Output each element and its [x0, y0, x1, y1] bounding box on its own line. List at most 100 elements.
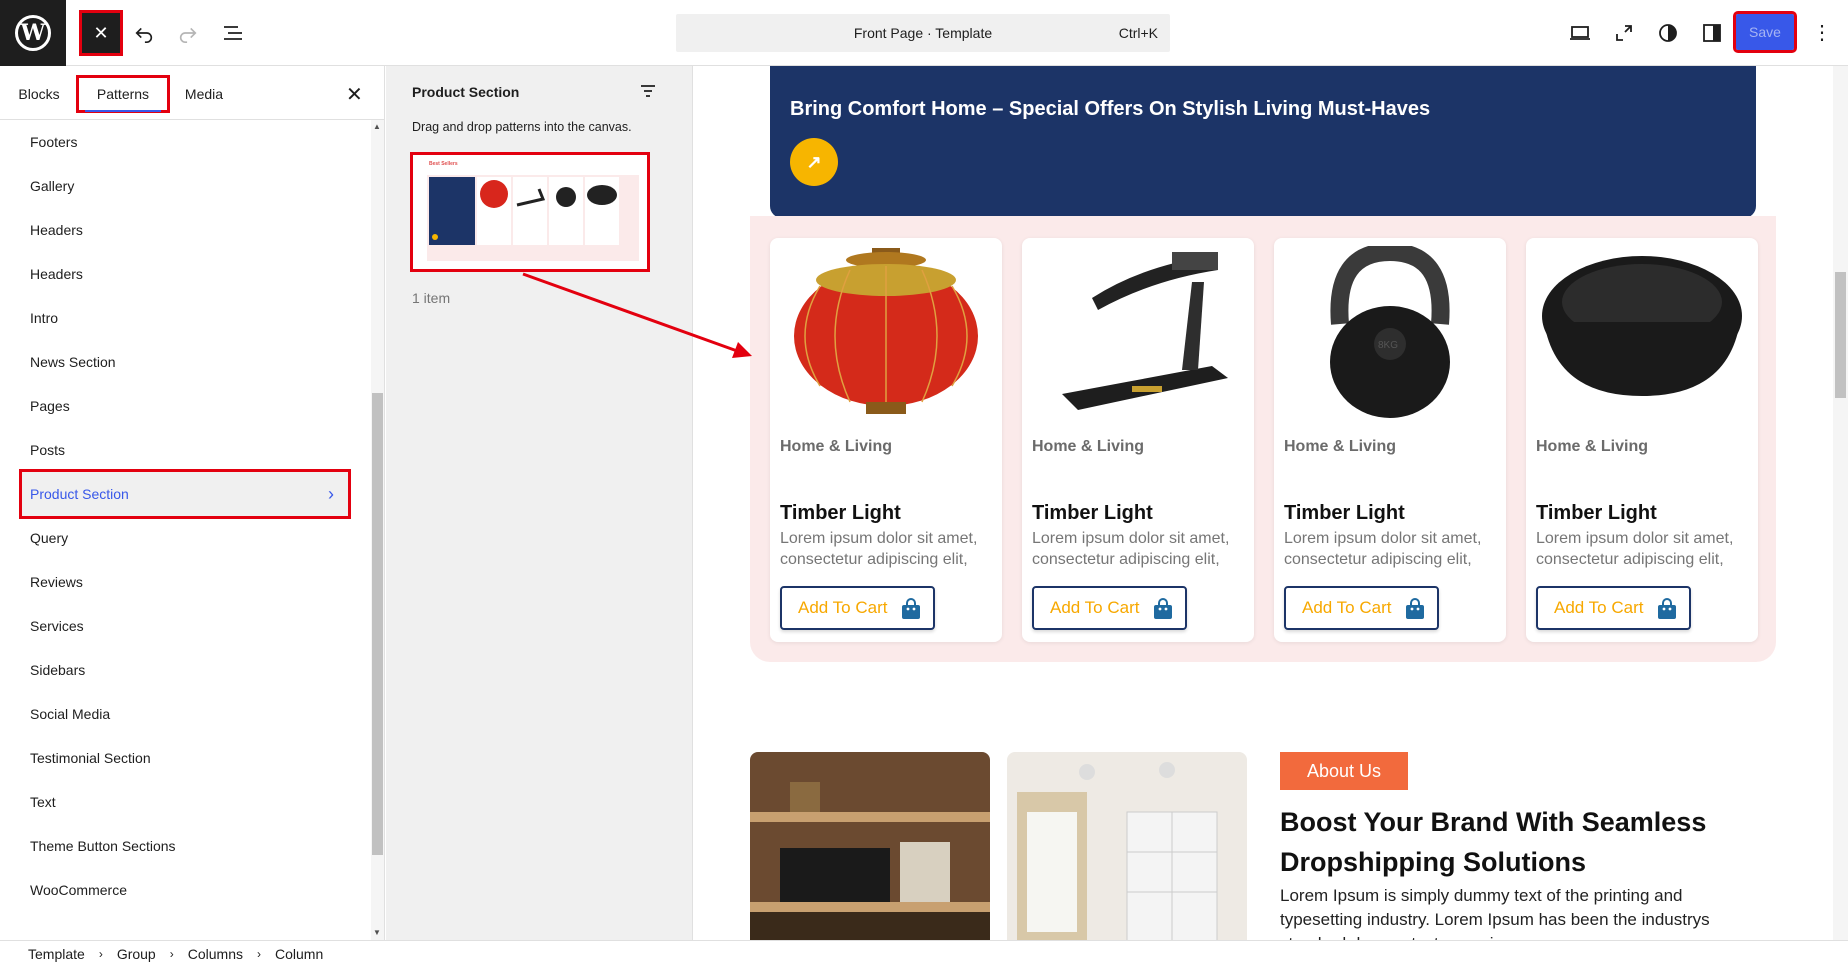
product-description: Lorem ipsum dolor sit amet, consectetur … — [780, 530, 978, 568]
command-shortcut: Ctrl+K — [1118, 25, 1158, 41]
category-item[interactable]: Gallery — [22, 164, 348, 208]
add-to-cart-button[interactable]: Add To Cart — [780, 586, 935, 630]
inserter-tabs: Blocks Patterns Media ✕ — [0, 66, 385, 120]
category-item[interactable]: Testimonial Section — [22, 736, 348, 780]
product-card[interactable]: 8KG Home & Living Timber Light Lorem ips… — [1274, 238, 1506, 642]
tab-patterns[interactable]: Patterns — [76, 75, 170, 113]
styles-button[interactable] — [1648, 13, 1688, 53]
document-title-command[interactable]: Front Page · Template Ctrl+K — [676, 14, 1170, 52]
category-item-product-section[interactable]: Product Section › — [19, 469, 351, 519]
product-category: Home & Living — [1284, 438, 1397, 455]
editor-canvas[interactable]: Bring Comfort Home – Special Offers On S… — [694, 66, 1833, 940]
category-item[interactable]: Theme Button Sections — [22, 824, 348, 868]
pattern-category-title: Product Section — [412, 84, 520, 100]
arrow-up-right-icon: ↗ — [806, 151, 822, 172]
sidebar-icon — [1703, 24, 1721, 42]
product-card[interactable]: Home & Living Timber Light Lorem ipsum d… — [1022, 238, 1254, 642]
category-item[interactable]: Text — [22, 780, 348, 824]
product-name: Timber Light — [1284, 502, 1405, 524]
product-name: Timber Light — [1536, 502, 1657, 524]
add-to-cart-button[interactable]: Add To Cart — [1284, 586, 1439, 630]
styles-icon — [1659, 24, 1677, 42]
breadcrumb-item[interactable]: Columns — [188, 946, 243, 962]
category-item[interactable]: Social Media — [22, 692, 348, 736]
category-item[interactable]: Query — [22, 516, 348, 560]
pattern-preview-product-section[interactable]: Best Sellers — [410, 152, 650, 272]
product-name: Timber Light — [780, 502, 901, 524]
about-heading: Boost Your Brand With Seamless Dropshipp… — [1280, 807, 1707, 877]
svg-text:Best Sellers: Best Sellers — [429, 161, 458, 167]
filter-icon — [641, 85, 655, 97]
document-overview-button[interactable] — [213, 13, 253, 53]
category-item[interactable]: Intro — [22, 296, 348, 340]
pattern-count: 1 item — [412, 290, 451, 306]
redo-button[interactable] — [168, 13, 208, 53]
add-to-cart-button[interactable]: Add To Cart — [1536, 586, 1691, 630]
about-body: Lorem Ipsum is simply dummy text of the … — [1280, 886, 1710, 940]
product-category: Home & Living — [1536, 438, 1649, 455]
promo-banner[interactable]: Bring Comfort Home – Special Offers On S… — [770, 66, 1756, 218]
canvas-scrollbar-thumb[interactable] — [1835, 272, 1846, 398]
wordpress-icon: W — [15, 15, 51, 51]
category-scrollbar-thumb[interactable] — [372, 393, 383, 855]
chevron-right-icon: › — [169, 946, 174, 961]
category-item[interactable]: Sidebars — [22, 648, 348, 692]
product-description: Lorem ipsum dolor sit amet, consectetur … — [1032, 530, 1230, 568]
close-panel-icon[interactable]: ✕ — [346, 82, 363, 107]
category-item[interactable]: News Section — [22, 340, 348, 384]
living-room-image — [1007, 752, 1247, 940]
shopping-bag-icon — [902, 598, 920, 619]
category-label: Product Section — [30, 486, 129, 502]
filter-button[interactable] — [638, 82, 660, 102]
shopping-bag-icon — [1658, 598, 1676, 619]
product-category: Home & Living — [780, 438, 893, 455]
options-button[interactable]: ⋮ — [1802, 13, 1842, 53]
chevron-right-icon: › — [256, 946, 261, 961]
product-card[interactable]: Home & Living Timber Light Lorem ipsum d… — [1526, 238, 1758, 642]
category-item[interactable]: WooCommerce — [22, 868, 348, 912]
wordpress-logo-button[interactable]: W — [0, 0, 66, 66]
add-to-cart-label: Add To Cart — [1302, 598, 1392, 617]
block-inserter-panel: Blocks Patterns Media ✕ Footers Gallery … — [0, 66, 385, 940]
more-icon: ⋮ — [1812, 22, 1832, 44]
treadmill-image — [1062, 252, 1228, 410]
view-page-button[interactable] — [1604, 13, 1644, 53]
device-preview-button[interactable] — [1560, 13, 1600, 53]
breadcrumb-item[interactable]: Column — [275, 946, 323, 962]
settings-sidebar-button[interactable] — [1692, 13, 1732, 53]
canvas-scrollbar[interactable] — [1833, 66, 1848, 940]
scroll-down-icon[interactable]: ▼ — [373, 928, 381, 937]
undo-button[interactable] — [124, 13, 164, 53]
tab-blocks[interactable]: Blocks — [8, 78, 70, 110]
add-to-cart-label: Add To Cart — [1050, 598, 1140, 617]
save-button[interactable]: Save — [1733, 11, 1797, 53]
product-description: Lorem ipsum dolor sit amet, consectetur … — [1284, 530, 1482, 568]
close-icon: ✕ — [93, 22, 109, 43]
bookshelf-image — [750, 752, 990, 940]
category-item[interactable]: Posts — [22, 428, 348, 472]
banner-arrow-button[interactable]: ↗ — [790, 138, 838, 186]
category-item[interactable]: Reviews — [22, 560, 348, 604]
add-to-cart-button[interactable]: Add To Cart — [1032, 586, 1187, 630]
pattern-preview-image: Best Sellers — [413, 155, 647, 269]
category-item[interactable]: Footers — [22, 120, 348, 164]
scroll-up-icon[interactable]: ▲ — [373, 122, 381, 131]
red-lantern-image — [794, 248, 978, 414]
undo-icon — [135, 27, 153, 43]
list-view-icon — [224, 26, 242, 40]
category-item[interactable]: Headers — [22, 252, 348, 296]
pattern-category-list: Footers Gallery Headers Headers Intro Ne… — [0, 120, 370, 940]
product-category: Home & Living — [1032, 438, 1145, 455]
breadcrumb-item[interactable]: Template — [28, 946, 85, 962]
add-to-cart-label: Add To Cart — [798, 598, 888, 617]
editor-header: W ✕ Front Page · Template Ctrl+K Save ⋮ — [0, 0, 1848, 66]
category-item[interactable]: Services — [22, 604, 348, 648]
close-inserter-button[interactable]: ✕ — [79, 10, 123, 56]
category-item[interactable]: Pages — [22, 384, 348, 428]
breadcrumb-item[interactable]: Group — [117, 946, 156, 962]
pattern-description: Drag and drop patterns into the canvas. — [412, 120, 632, 134]
tab-media[interactable]: Media — [176, 78, 232, 110]
product-card[interactable]: Home & Living Timber Light Lorem ipsum d… — [770, 238, 1002, 642]
redo-icon — [179, 27, 197, 43]
category-item[interactable]: Headers — [22, 208, 348, 252]
